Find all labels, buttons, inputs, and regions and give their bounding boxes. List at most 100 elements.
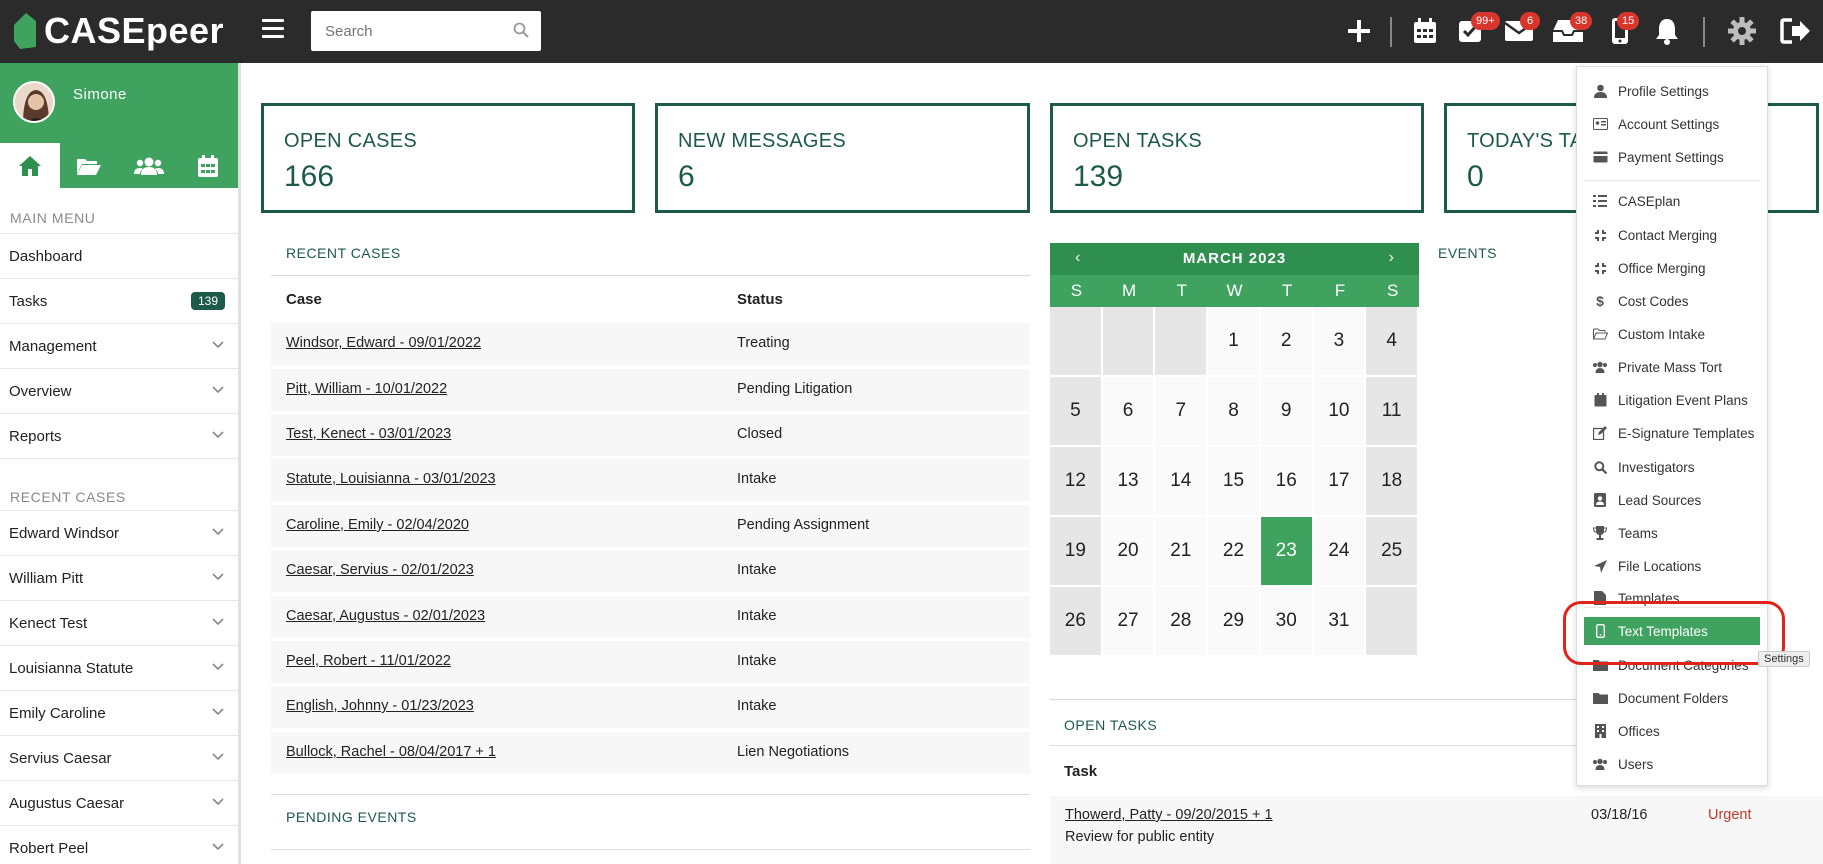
recent-case-item[interactable]: Augustus Caesar — [0, 781, 238, 826]
calendar-day[interactable]: 10 — [1313, 377, 1367, 447]
home-tab[interactable] — [0, 143, 60, 188]
sidebar-item-dashboard[interactable]: Dashboard — [0, 234, 238, 279]
settings-menu-item-document-folders[interactable]: Document Folders — [1584, 684, 1760, 712]
calendar-day[interactable]: 12 — [1050, 447, 1103, 517]
cases-tab[interactable] — [60, 143, 120, 188]
settings-menu-item-users[interactable]: Users — [1584, 750, 1760, 778]
settings-menu-item-private-mass-tort[interactable]: Private Mass Tort — [1584, 353, 1760, 381]
calendar-day[interactable]: 8 — [1208, 377, 1261, 447]
recent-case-item[interactable]: Robert Peel — [0, 826, 238, 864]
case-link[interactable]: Test, Kenect - 03/01/2023 — [286, 426, 451, 442]
inbox-icon[interactable]: 38 — [1551, 12, 1593, 48]
calendar-day[interactable]: 27 — [1102, 587, 1156, 657]
calendar-grid: 1 2 3 4 5 6 7 8 9 10 11 12 13 14 15 16 17 18 19 20 21 22 23 24 2… — [1050, 307, 1419, 657]
settings-menu-item-account-settings[interactable]: Account Settings — [1584, 110, 1760, 138]
search-icon[interactable] — [513, 22, 529, 38]
settings-menu-item-profile-settings[interactable]: Profile Settings — [1584, 77, 1760, 105]
case-link[interactable]: Bullock, Rachel - 08/04/2017 + 1 — [286, 744, 496, 760]
calendar-day[interactable]: 25 — [1366, 517, 1419, 587]
calendar-day[interactable]: 11 — [1366, 377, 1419, 447]
calendar-day[interactable]: 1 — [1208, 307, 1261, 377]
calendar-day[interactable]: 6 — [1102, 377, 1156, 447]
sidebar-item-reports[interactable]: Reports — [0, 414, 238, 459]
calendar-day[interactable]: 23 — [1260, 517, 1314, 587]
avatar[interactable] — [13, 81, 55, 123]
calendar-day[interactable]: 15 — [1208, 447, 1261, 517]
calendar-day[interactable]: 22 — [1208, 517, 1261, 587]
logout-icon[interactable] — [1779, 14, 1813, 48]
recent-case-item[interactable]: Emily Caroline — [0, 691, 238, 736]
case-link[interactable]: Peel, Robert - 11/01/2022 — [286, 653, 451, 669]
hamburger-menu-icon[interactable] — [262, 19, 284, 39]
sidebar-item-tasks[interactable]: Tasks 139 — [0, 279, 238, 324]
settings-menu-item-contact-merging[interactable]: Contact Merging — [1584, 221, 1760, 249]
calendar-day[interactable]: 14 — [1155, 447, 1209, 517]
case-link[interactable]: Caesar, Servius - 02/01/2023 — [286, 562, 474, 578]
open-cases-card[interactable]: OPEN CASES 166 — [261, 103, 635, 213]
mobile-phone-icon[interactable]: 15 — [1603, 12, 1640, 48]
calendar-day[interactable]: 17 — [1313, 447, 1367, 517]
settings-menu-item-custom-intake[interactable]: Custom Intake — [1584, 320, 1760, 348]
case-link[interactable]: Caroline, Emily - 02/04/2020 — [286, 517, 469, 533]
calendar-day[interactable]: 2 — [1260, 307, 1314, 377]
settings-menu-item-litigation-event-plans[interactable]: Litigation Event Plans — [1584, 386, 1760, 414]
task-case-link[interactable]: Thowerd, Patty - 09/20/2015 + 1 — [1065, 807, 1273, 823]
bell-icon[interactable] — [1650, 14, 1684, 48]
search-input[interactable] — [311, 11, 491, 51]
settings-menu-item-lead-sources[interactable]: Lead Sources — [1584, 486, 1760, 514]
calendar-day[interactable]: 20 — [1102, 517, 1156, 587]
settings-menu-item-e-signature-templates[interactable]: E-Signature Templates — [1584, 419, 1760, 447]
recent-case-item[interactable]: Edward Windsor — [0, 511, 238, 556]
settings-menu-item-offices[interactable]: Offices — [1584, 717, 1760, 745]
settings-menu-label: CASEplan — [1618, 193, 1681, 209]
gear-icon[interactable] — [1725, 14, 1759, 48]
recent-case-item[interactable]: William Pitt — [0, 556, 238, 601]
app-logo[interactable]: CASEpeer — [12, 10, 224, 52]
calendar-day[interactable]: 21 — [1155, 517, 1209, 587]
case-link[interactable]: Windsor, Edward - 09/01/2022 — [286, 335, 481, 351]
settings-menu-item-file-locations[interactable]: File Locations — [1584, 552, 1760, 580]
calendar-day[interactable]: 13 — [1102, 447, 1156, 517]
calendar-next-button[interactable]: › — [1389, 249, 1394, 267]
calendar-day[interactable]: 16 — [1260, 447, 1314, 517]
calendar-day[interactable]: 5 — [1050, 377, 1103, 447]
envelope-icon[interactable]: 6 — [1502, 12, 1540, 48]
calendar-day[interactable]: 28 — [1155, 587, 1209, 657]
settings-menu-item-caseplan[interactable]: CASEplan — [1584, 187, 1760, 215]
settings-menu-item-teams[interactable]: Teams — [1584, 519, 1760, 547]
sidebar-item-overview[interactable]: Overview — [0, 369, 238, 414]
settings-menu-item-payment-settings[interactable]: Payment Settings — [1584, 143, 1760, 171]
task-date: 03/18/16 — [1591, 807, 1648, 823]
settings-menu-item-cost-codes[interactable]: $ Cost Codes — [1584, 287, 1760, 315]
calendar-day[interactable]: 24 — [1313, 517, 1367, 587]
settings-menu-item-investigators[interactable]: Investigators — [1584, 453, 1760, 481]
calendar-tab[interactable] — [179, 143, 239, 188]
case-link[interactable]: Pitt, William - 10/01/2022 — [286, 381, 447, 397]
case-link[interactable]: English, Johnny - 01/23/2023 — [286, 698, 474, 714]
calendar-icon[interactable] — [1408, 14, 1442, 48]
new-messages-card[interactable]: NEW MESSAGES 6 — [655, 103, 1030, 213]
calendar-day[interactable]: 26 — [1050, 587, 1103, 657]
case-link[interactable]: Statute, Louisianna - 03/01/2023 — [286, 471, 496, 487]
open-tasks-card[interactable]: OPEN TASKS 139 — [1050, 103, 1424, 213]
card-title: OPEN TASKS — [1073, 130, 1202, 152]
calendar-day[interactable]: 30 — [1260, 587, 1314, 657]
calendar-day[interactable]: 9 — [1260, 377, 1314, 447]
sidebar-item-management[interactable]: Management — [0, 324, 238, 369]
settings-menu-item-office-merging[interactable]: Office Merging — [1584, 254, 1760, 282]
calendar-day[interactable]: 19 — [1050, 517, 1103, 587]
plus-icon[interactable] — [1342, 14, 1376, 48]
calendar-day[interactable]: 29 — [1208, 587, 1261, 657]
calendar-day[interactable]: 3 — [1313, 307, 1367, 377]
calendar-day[interactable]: 18 — [1366, 447, 1419, 517]
tasks-check-icon[interactable]: 99+ — [1453, 12, 1500, 48]
calendar-day[interactable]: 7 — [1155, 377, 1209, 447]
recent-case-item[interactable]: Servius Caesar — [0, 736, 238, 781]
calendar-day[interactable]: 4 — [1366, 307, 1419, 377]
recent-case-item[interactable]: Kenect Test — [0, 601, 238, 646]
case-link[interactable]: Caesar, Augustus - 02/01/2023 — [286, 608, 485, 624]
card-title: TODAY'S TA — [1467, 130, 1584, 152]
calendar-day[interactable]: 31 — [1313, 587, 1367, 657]
recent-case-item[interactable]: Louisianna Statute — [0, 646, 238, 691]
contacts-tab[interactable] — [119, 143, 179, 188]
